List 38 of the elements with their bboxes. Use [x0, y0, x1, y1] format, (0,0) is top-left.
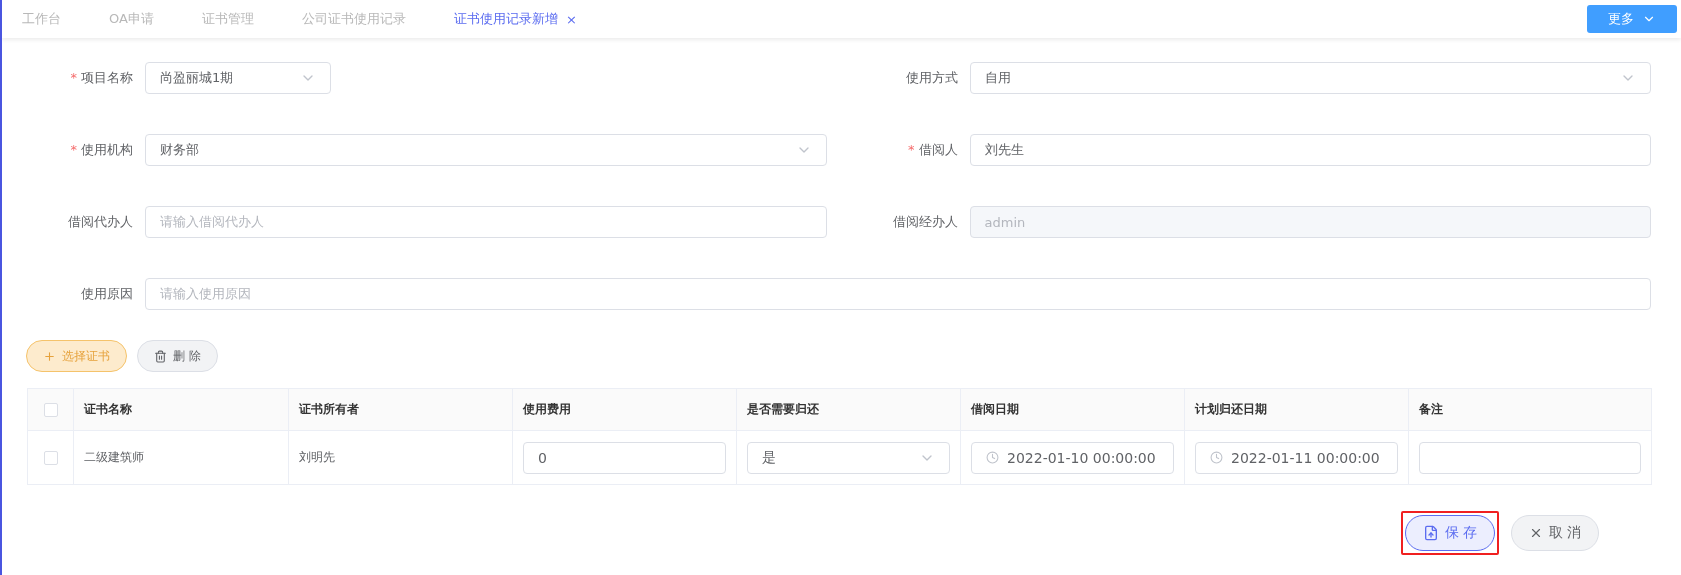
plus-icon [43, 349, 56, 363]
clock-icon [1210, 451, 1223, 464]
column-header: 借阅日期 [960, 388, 1185, 431]
cancel-button[interactable]: 取 消 [1511, 515, 1599, 551]
input-field[interactable] [1419, 441, 1641, 474]
field-label: 借阅经办人 [891, 213, 959, 231]
trash-icon [154, 349, 167, 363]
clock-icon [986, 451, 999, 464]
close-icon[interactable]: × [565, 11, 577, 27]
field-label: 使用方式 [904, 69, 959, 87]
file-upload-icon [1422, 525, 1439, 541]
column-header: 证书名称 [73, 388, 289, 431]
date-field[interactable]: 2022-01-11 00:00:00 [1195, 441, 1398, 474]
select-field[interactable]: 财务部 [145, 134, 827, 166]
select-field[interactable]: 是 [747, 441, 950, 474]
column-header: 使用费用 [512, 388, 737, 431]
date-field[interactable]: 2022-01-10 00:00:00 [971, 441, 1174, 474]
input-field[interactable]: 刘先生 [969, 134, 1651, 166]
select-field[interactable]: 尚盈丽城1期 [145, 62, 331, 94]
checkbox[interactable] [43, 402, 58, 417]
select-field[interactable]: 自用 [969, 62, 1651, 94]
table-cell: 二级建筑师 [84, 450, 144, 464]
column-header: 计划归还日期 [1184, 388, 1409, 431]
field-label: * 使用机构 [69, 141, 134, 159]
input-field[interactable]: 0 [523, 441, 726, 474]
tab[interactable]: 证书使用记录新增 × [453, 10, 577, 28]
more-button[interactable]: 更多 [1587, 5, 1677, 33]
field-label: 借阅代办人 [67, 213, 134, 231]
save-button[interactable]: 保 存 [1405, 515, 1495, 551]
column-header: 是否需要归还 [736, 388, 961, 431]
table-cell: 刘明先 [299, 450, 335, 464]
column-header: 备注 [1408, 388, 1652, 431]
field-label: * 项目名称 [69, 69, 134, 87]
field-label: 使用原因 [80, 285, 134, 303]
delete-button[interactable]: 删 除 [137, 340, 218, 372]
column-header: 证书所有者 [288, 388, 513, 431]
field-label: * 借阅人 [907, 141, 959, 159]
checkbox[interactable] [43, 450, 58, 465]
